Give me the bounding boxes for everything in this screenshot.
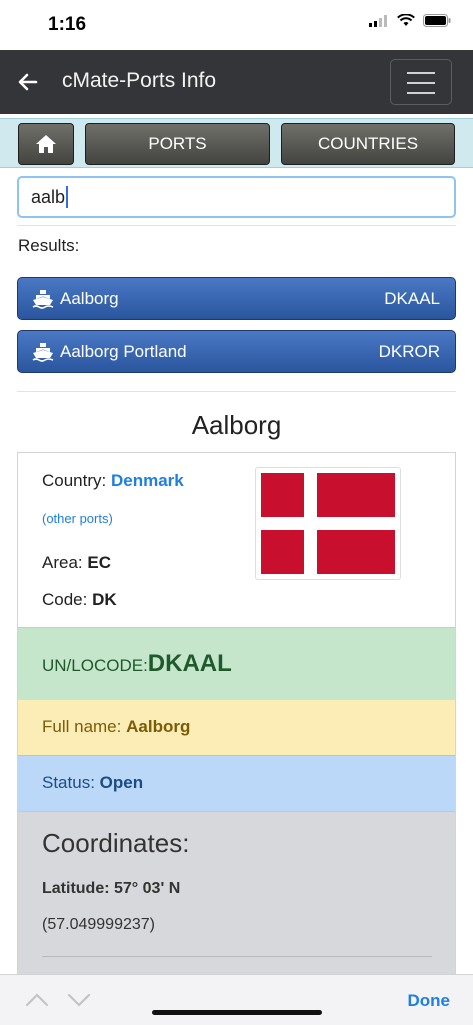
area-value: EC [87,553,111,572]
code-value: DK [92,590,117,609]
area-row: Area: EC [42,553,111,573]
area-label: Area: [42,553,83,572]
wifi-icon [397,14,415,26]
results-label: Results: [18,236,80,255]
fullname-band: Full name: Aalborg [18,699,455,755]
port-details-card: Country: Denmark (other ports) Area: EC … [17,452,456,982]
toolbar: PORTS COUNTRIES [0,118,473,168]
country-link[interactable]: Denmark [111,471,184,490]
coordinates-title: Coordinates: [42,828,190,858]
flag-image [255,467,401,580]
hamburger-line [407,92,435,94]
latitude-label: Latitude: [42,880,110,897]
hamburger-line [407,82,435,84]
hamburger-icon [407,72,435,74]
signal-icon [369,14,387,27]
divider [17,391,456,392]
status-label: Status: [42,773,95,792]
chevron-up-icon[interactable] [25,992,49,1008]
result-code: DKAAL [384,289,440,308]
port-title: Aalborg [191,410,282,440]
other-ports-link[interactable]: (other ports) [42,511,113,526]
code-row: Code: DK [42,590,117,610]
result-item-aalborg-portland[interactable]: Aalborg Portland DKROR [17,330,456,373]
status-value: Open [99,773,144,792]
divider [17,225,456,226]
battery-icon [423,14,451,27]
done-button[interactable]: Done [408,991,451,1011]
home-button[interactable] [18,123,74,165]
latitude-decimal: (57.049999237) [42,916,155,933]
home-icon [36,135,56,153]
keyboard-accessory-bar: Done [0,974,473,1025]
menu-button[interactable] [390,59,452,105]
status-icons [369,14,451,27]
latitude-row: Latitude: 57° 03' N [42,880,180,898]
denmark-flag-icon [261,473,395,574]
unlocode-value: DKAAL [147,650,232,677]
home-indicator [152,1010,322,1015]
chevron-down-icon[interactable] [67,992,91,1008]
text-caret [66,186,69,208]
status-band: Status: Open [18,755,455,811]
ports-button[interactable]: PORTS [85,123,270,165]
app-title: cMate-Ports Info [62,69,217,92]
divider [42,956,432,957]
result-item-aalborg[interactable]: Aalborg DKAAL [17,277,456,320]
unlocode-label: UN/LOCODE: [42,656,148,675]
search-input[interactable]: aalb [17,176,456,218]
result-code: DKROR [378,342,440,361]
coordinates-band: Coordinates: Latitude: 57° 03' N (57.049… [18,811,455,981]
result-name: Aalborg [60,289,119,308]
country-row: Country: Denmark [42,471,184,491]
arrow-left-icon[interactable] [14,68,42,96]
fullname-value: Aalborg [126,717,191,736]
fullname-row: Full name: Aalborg [42,717,190,737]
nav-bar: cMate-Ports Info [0,50,473,114]
status-row: Status: Open [42,773,143,793]
ship-icon [32,343,54,362]
fullname-label: Full name: [42,717,122,736]
code-label: Code: [42,590,88,609]
search-value: aalb [31,186,66,207]
countries-button[interactable]: COUNTRIES [281,123,455,165]
ship-icon [32,290,54,309]
result-name: Aalborg Portland [60,342,187,361]
latitude-value: 57° 03' N [114,880,181,897]
unlocode-row: UN/LOCODE:DKAAL [42,650,232,678]
status-time: 1:16 [48,14,87,35]
country-label: Country: [42,471,107,490]
status-bar: 1:16 [0,0,473,50]
unlocode-band: UN/LOCODE:DKAAL [18,627,455,699]
